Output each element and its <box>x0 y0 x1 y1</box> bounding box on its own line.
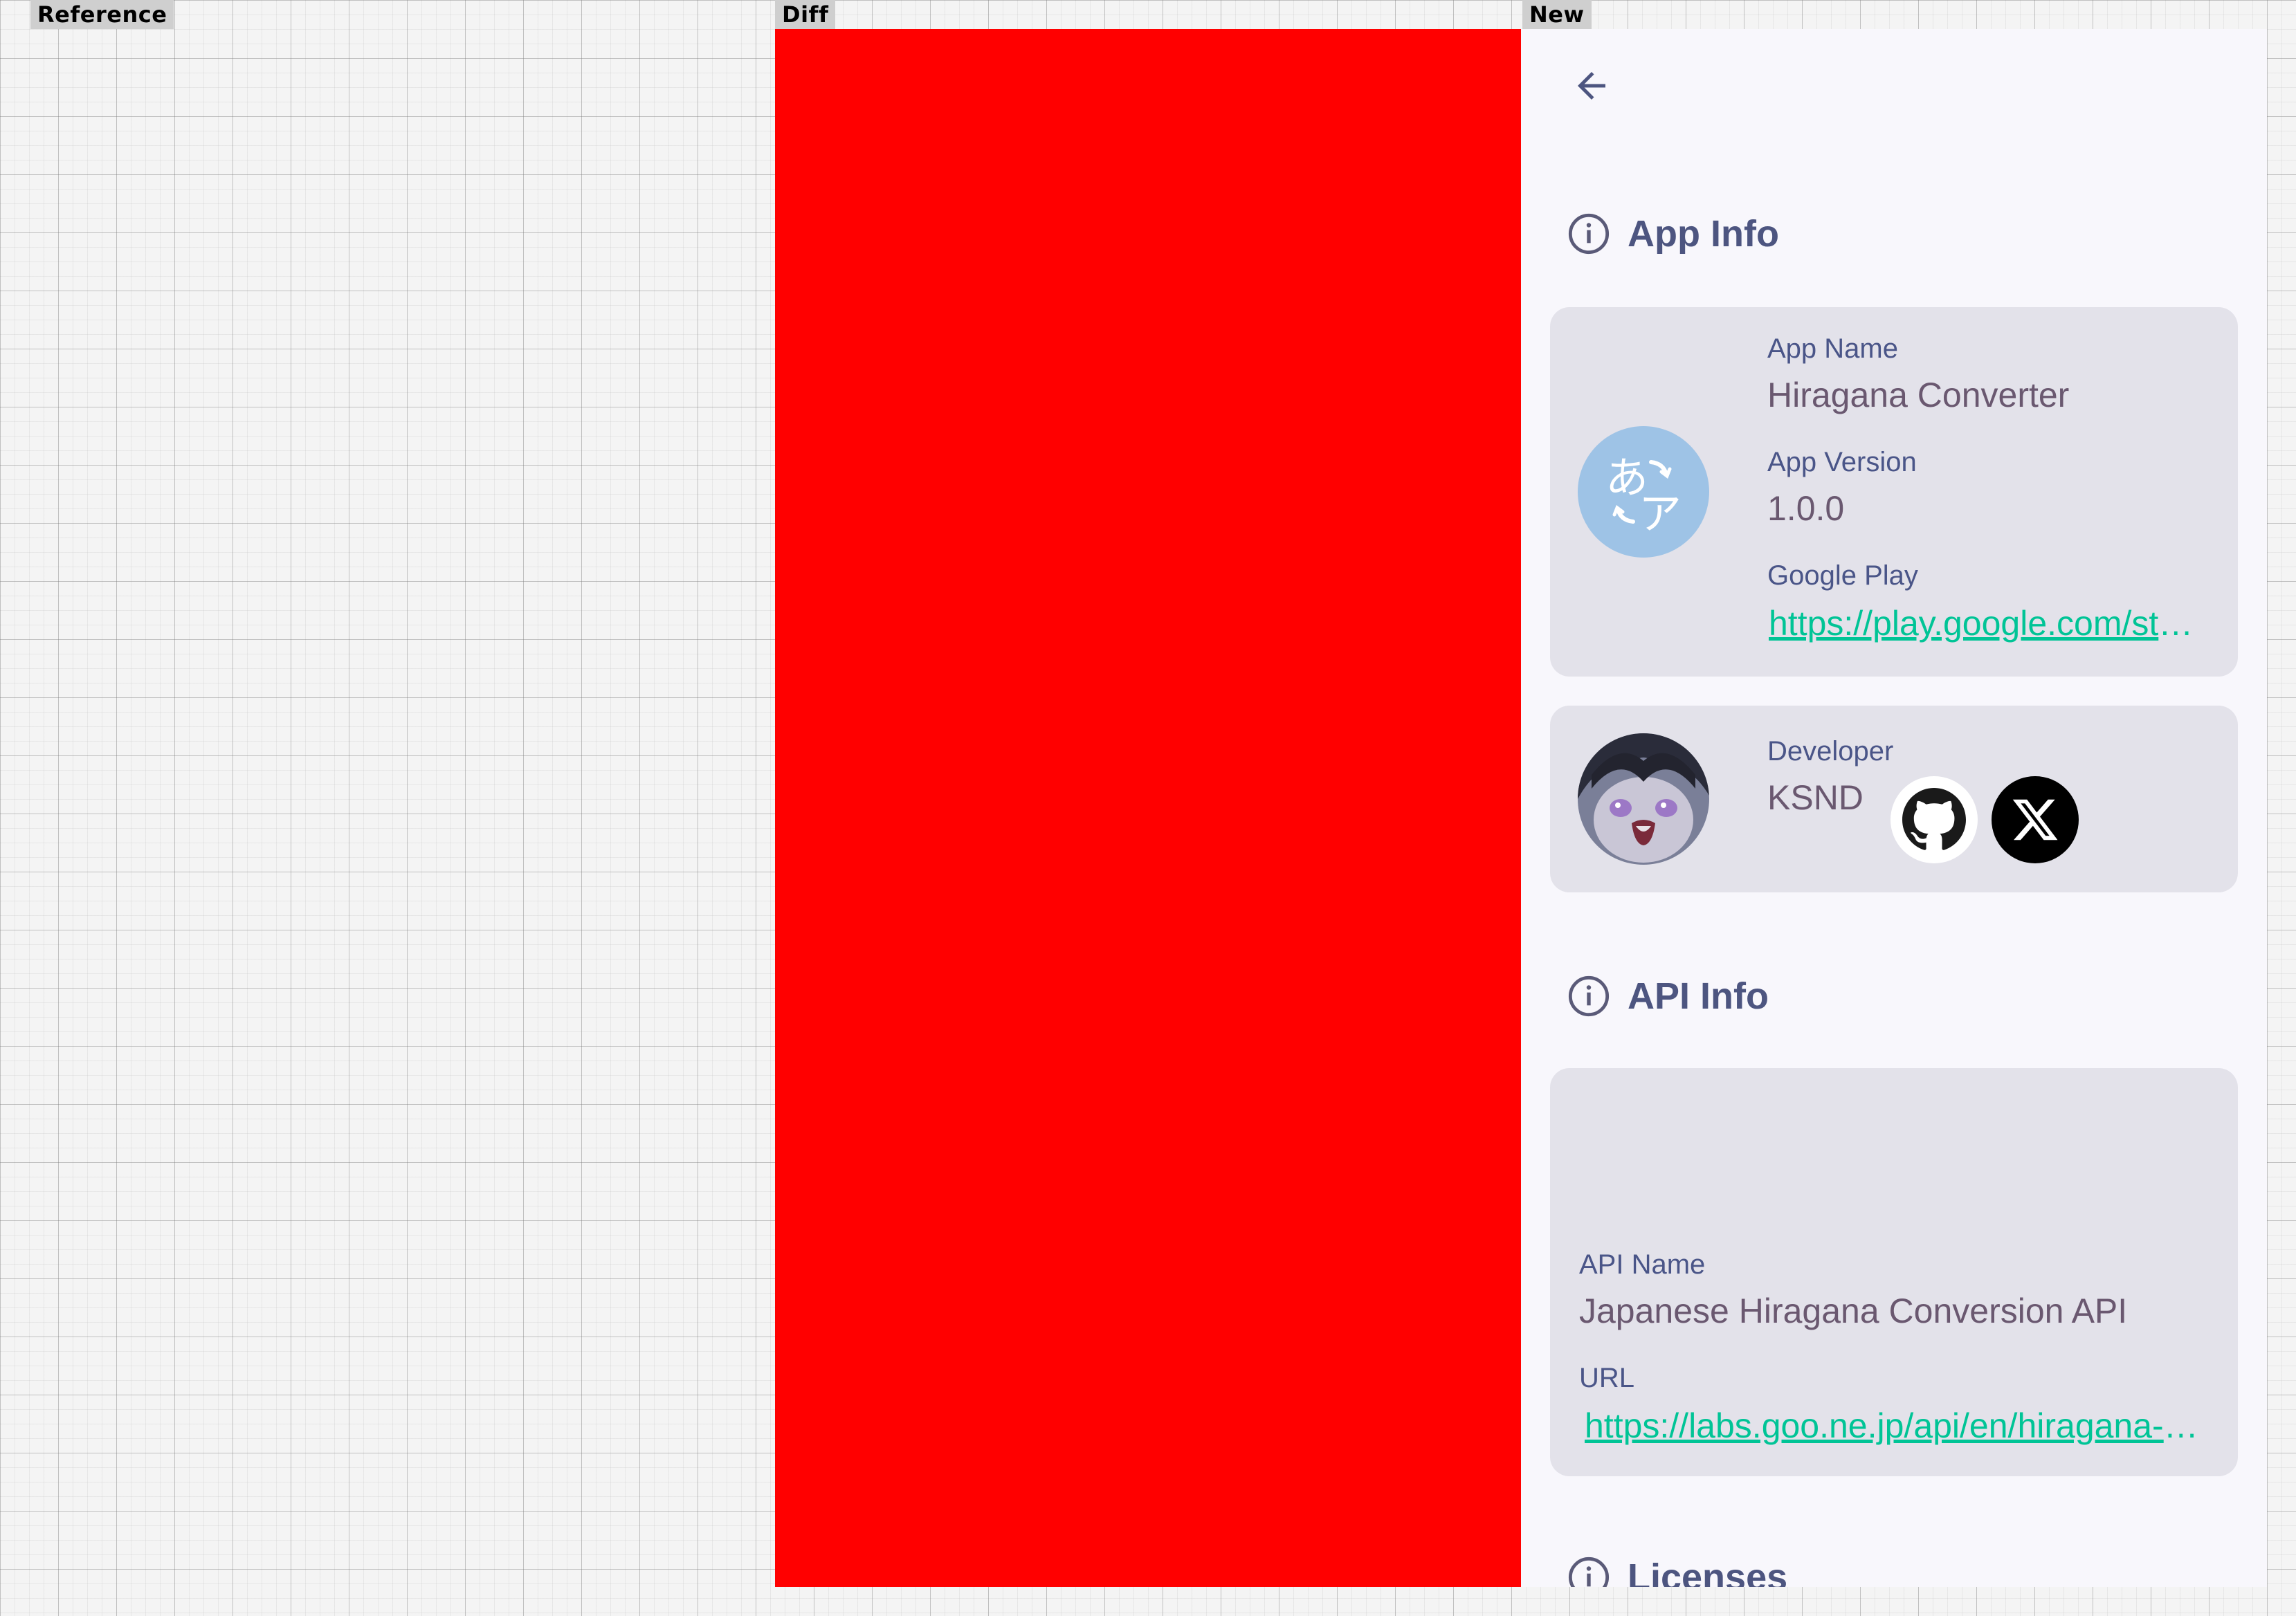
api-name-label: API Name <box>1579 1249 1706 1280</box>
arrow-back-icon <box>1578 72 1605 100</box>
x-logo-icon <box>2012 799 2058 841</box>
info-circle-icon <box>1568 975 1610 1017</box>
licenses-title: Licenses <box>1628 1557 1788 1587</box>
app-name-label: App Name <box>1767 333 1898 364</box>
info-circle-icon <box>1568 213 1610 255</box>
back-button[interactable] <box>1564 58 1619 113</box>
api-info-header: API Info <box>1567 974 1769 1018</box>
reference-panel-label: Reference <box>30 0 174 29</box>
api-info-title: API Info <box>1628 975 1769 1017</box>
licenses-header: Licenses <box>1567 1555 1787 1587</box>
diff-panel <box>775 29 1521 1587</box>
developer-card: Developer KSND <box>1550 706 2238 892</box>
google-play-link[interactable]: https://play.google.com/store/apps <box>1769 603 2207 643</box>
x-button[interactable] <box>1992 776 2079 863</box>
new-panel-label: New <box>1522 0 1592 29</box>
api-info-card: API Name Japanese Hiragana Conversion AP… <box>1550 1068 2238 1476</box>
app-logo-glyph-bottom: ア <box>1639 488 1682 537</box>
app-screen: App Info あ ア App Name Hiragana Converter… <box>1521 29 2267 1587</box>
info-circle-icon <box>1568 1557 1610 1587</box>
github-button[interactable] <box>1890 776 1978 863</box>
app-version-label: App Version <box>1767 447 1917 477</box>
app-logo: あ ア <box>1578 426 1709 558</box>
developer-name: KSND <box>1767 778 1864 817</box>
app-version-value: 1.0.0 <box>1767 489 1845 528</box>
url-label: URL <box>1579 1363 1635 1393</box>
github-icon <box>1902 788 1966 850</box>
api-url-link[interactable]: https://labs.goo.ne.jp/api/en/hiragana-t… <box>1585 1406 2205 1446</box>
app-info-card: あ ア App Name Hiragana Converter App Vers… <box>1550 307 2238 677</box>
developer-avatar-image <box>1578 733 1709 865</box>
app-name-value: Hiragana Converter <box>1767 376 2070 414</box>
developer-label: Developer <box>1767 736 1894 766</box>
google-play-label: Google Play <box>1767 560 1918 591</box>
app-info-header: App Info <box>1567 212 1779 256</box>
developer-avatar <box>1578 733 1709 865</box>
api-name-value: Japanese Hiragana Conversion API <box>1579 1292 2128 1330</box>
app-info-title: App Info <box>1628 213 1779 255</box>
hiragana-convert-icon: あ ア <box>1605 452 1682 537</box>
diff-panel-label: Diff <box>775 0 836 29</box>
